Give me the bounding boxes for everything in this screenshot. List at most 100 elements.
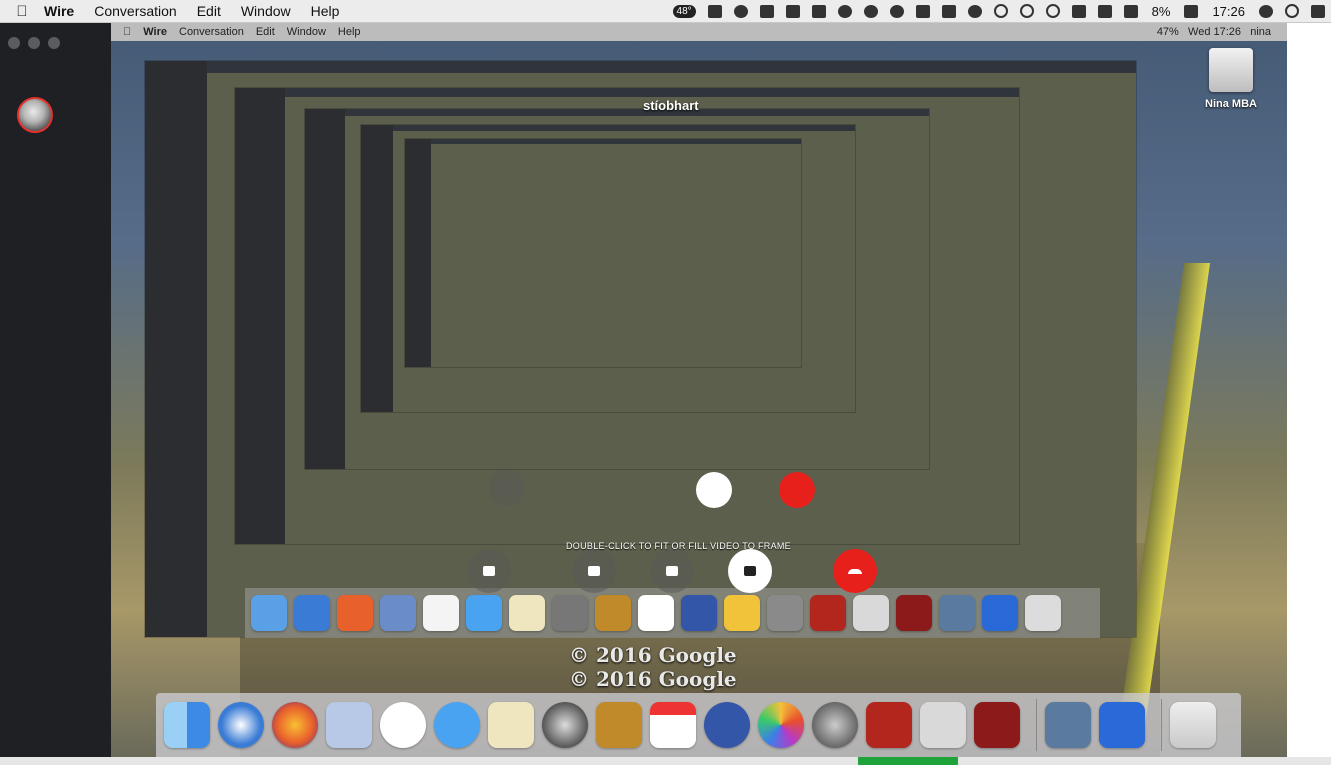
zoom-button[interactable] [48,37,60,49]
image-capture-icon[interactable] [1045,702,1091,748]
notefile-icon [595,595,631,631]
preview-icon [380,595,416,631]
bluetooth-icon[interactable] [1099,702,1145,748]
user-icon[interactable] [1259,4,1273,18]
image-capture-icon [939,595,975,631]
video-stream[interactable]:  Wire Conversation Edit Window Help 47%… [111,23,1287,757]
battery-percent[interactable]: 8% [1152,4,1171,19]
wire-sidebar [0,23,111,757]
battery-icon[interactable] [1184,4,1199,18]
google-earth-icon [552,595,588,631]
calendar-icon[interactable] [650,702,696,748]
messenger-icon [681,595,717,631]
remote-status: 47% Wed 17:26 nina [1157,26,1271,38]
nested-sidebar [305,109,345,469]
messenger-icon[interactable] [704,702,750,748]
finder-icon [251,595,287,631]
google-earth-icon[interactable] [542,702,588,748]
menu-window[interactable]: Window [241,3,291,19]
screen-share-button[interactable] [728,549,772,593]
notification-center-icon[interactable] [1311,4,1325,18]
menu-conversation[interactable]: Conversation [94,3,177,19]
bluetooth-icon[interactable] [1019,4,1034,18]
calendar-icon [638,595,674,631]
chat-icon [483,566,495,576]
nested-sidebar [145,61,207,637]
chat-button[interactable] [467,549,511,593]
video-toggle-button[interactable] [650,549,694,593]
cloud-upload-icon[interactable] [863,4,878,18]
cloud-icon[interactable] [967,4,982,18]
google-copyright: © 2016 Google [569,643,737,667]
keyboard-icon[interactable] [1123,4,1138,18]
system-preferences-icon [767,595,803,631]
photos-icon[interactable] [758,702,804,748]
mute-button[interactable] [572,549,616,593]
tray-icon[interactable] [889,4,904,18]
system-preferences-icon[interactable] [812,702,858,748]
calculator-icon[interactable] [920,702,966,748]
dock-separator [1036,699,1037,751]
safari-icon [294,595,330,631]
remote-user: nina [1250,26,1271,38]
hard-drive-icon [1209,48,1253,92]
bottom-strip [0,757,1331,765]
evernote-icon[interactable] [733,4,748,18]
nested-share-button [696,472,732,508]
do-not-disturb-icon[interactable] [993,4,1008,18]
menu-app-name[interactable]: Wire [44,3,74,19]
notefile-icon[interactable] [596,702,642,748]
messages-icon[interactable] [434,702,480,748]
desktop-drive: Nina MBA [1191,48,1271,110]
preview-icon[interactable] [326,702,372,748]
klondike-icon [896,595,932,631]
firefox-icon[interactable] [272,702,318,748]
nested-hangup-button [779,472,815,508]
remote-menu-item: Conversation [170,26,244,38]
tray-icon[interactable] [785,4,800,18]
tray-icon[interactable] [811,4,826,18]
remote-battery: 47% [1156,26,1179,38]
screen-share-icon [744,566,756,576]
tray-icon[interactable] [915,4,930,18]
tray-icon[interactable] [1045,4,1060,18]
user-avatar-icon[interactable] [17,97,53,133]
remote-app-name: Wire [135,26,167,38]
sync-icon[interactable] [941,4,956,18]
menu-edit[interactable]: Edit [197,3,221,19]
dictionary-icon[interactable] [866,702,912,748]
finder-icon[interactable] [164,702,210,748]
dropbox-icon[interactable] [707,4,722,18]
safari-icon[interactable] [218,702,264,748]
volume-icon[interactable] [1097,4,1112,18]
tray-icon[interactable] [837,4,852,18]
close-button[interactable] [8,37,20,49]
nested-dock [245,588,1100,638]
hangup-button[interactable] [833,549,877,593]
messages-icon [466,595,502,631]
microphone-mute-icon [588,566,600,576]
status-strip [858,757,958,765]
calculator-icon [853,595,889,631]
remote-menu-item: Window [278,26,326,38]
tray-icon[interactable] [759,4,774,18]
trash-icon[interactable] [1170,702,1216,748]
apple-logo-icon:  [123,26,131,38]
hang-up-icon [848,568,862,574]
dock-separator [1161,699,1162,751]
menu-help[interactable]: Help [311,3,340,19]
clock[interactable]: 17:26 [1212,4,1245,19]
minimize-button[interactable] [28,37,40,49]
wifi-icon[interactable] [1071,4,1086,18]
video-camera-icon [666,566,678,576]
klondike-icon[interactable] [974,702,1020,748]
apple-logo-icon[interactable]:  [0,3,44,20]
caller-name: stíobhart [643,98,699,113]
textedit-icon[interactable] [488,702,534,748]
spotlight-icon[interactable] [1285,4,1299,18]
temperature-badge[interactable]: 48° [672,4,696,18]
wire-icon[interactable] [380,702,426,748]
remote-clock: Wed 17:26 [1188,26,1242,38]
nested-sidebar [405,139,431,367]
remote-menu-item: Help [329,26,361,38]
